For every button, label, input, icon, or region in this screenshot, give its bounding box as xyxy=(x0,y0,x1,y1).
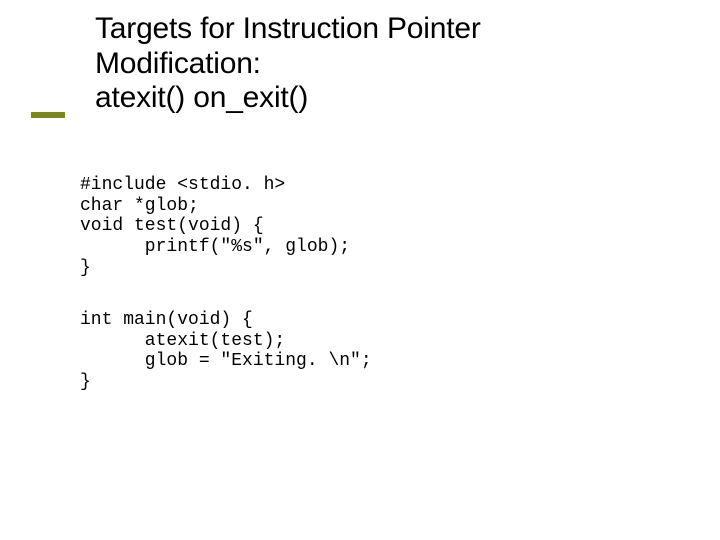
title-line-3: atexit() on_exit() xyxy=(95,81,308,114)
title-line-2: Modification: xyxy=(95,47,261,80)
slide: Targets for Instruction Pointer Modifica… xyxy=(0,0,720,540)
code-block-2: int main(void) { atexit(test); glob = "E… xyxy=(80,310,372,393)
title-line-1: Targets for Instruction Pointer xyxy=(95,12,481,45)
code-block-1: #include <stdio. h> char *glob; void tes… xyxy=(80,175,350,278)
accent-bar xyxy=(31,112,65,118)
slide-title: Targets for Instruction Pointer Modifica… xyxy=(95,12,655,116)
